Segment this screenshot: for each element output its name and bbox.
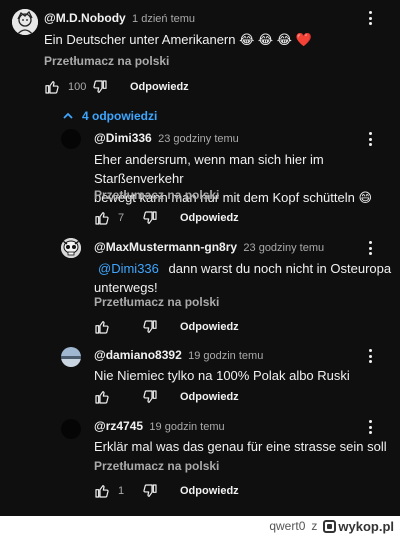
comment-actions: 100 Odpowiedz bbox=[44, 79, 189, 95]
skull-icon bbox=[61, 238, 81, 258]
avatar[interactable] bbox=[12, 9, 38, 35]
comment-text: @Dimi336 dann warst du noch nicht in Ost… bbox=[94, 259, 391, 297]
dislike-icon[interactable] bbox=[142, 210, 158, 226]
comment-text-line: @Dimi336 dann warst du noch nicht in Ost… bbox=[94, 259, 391, 278]
comment-actions: 1 Odpowiedz bbox=[94, 483, 239, 499]
site-brand[interactable]: wykop.pl bbox=[323, 519, 394, 534]
uploader-name[interactable]: qwert0 bbox=[269, 519, 305, 533]
more-options-icon[interactable] bbox=[363, 130, 377, 148]
comment-time[interactable]: 23 godziny temu bbox=[158, 133, 239, 145]
user-sketch-icon bbox=[12, 9, 38, 35]
replies-count: 4 odpowiedzi bbox=[82, 109, 158, 123]
comment-text-segment: dann warst du noch nicht in Osteuropa bbox=[168, 261, 392, 276]
reply-button[interactable]: Odpowiedz bbox=[180, 391, 239, 403]
comment-actions: Odpowiedz bbox=[94, 389, 239, 405]
comment-header: @damiano8392 19 godzin temu bbox=[94, 348, 263, 362]
author-name[interactable]: @Dimi336 bbox=[94, 131, 152, 145]
like-icon[interactable] bbox=[94, 319, 110, 335]
avatar[interactable] bbox=[61, 347, 81, 367]
like-count: 7 bbox=[118, 212, 125, 224]
comment-text: Ein Deutscher unter Amerikanern 😂 😂 😂 ❤️ bbox=[44, 32, 312, 47]
comment-text-line: Eher andersrum, wenn man sich hier im St… bbox=[94, 152, 324, 186]
like-count: 100 bbox=[68, 81, 87, 93]
comment-text: Erklär mal was das genau für eine strass… bbox=[94, 439, 387, 454]
comment-header: @Dimi336 23 godziny temu bbox=[94, 131, 239, 145]
footer-separator: z bbox=[311, 519, 318, 533]
translate-link[interactable]: Przetłumacz na polski bbox=[94, 188, 219, 202]
mention-link[interactable]: @Dimi336 bbox=[98, 261, 159, 276]
author-name[interactable]: @M.D.Nobody bbox=[44, 11, 126, 25]
more-options-icon[interactable] bbox=[363, 347, 377, 365]
comment-actions: 7 Odpowiedz bbox=[94, 210, 239, 226]
like-icon[interactable] bbox=[94, 210, 110, 226]
landscape-photo-icon bbox=[61, 347, 81, 367]
author-name[interactable]: @rz4745 bbox=[94, 419, 143, 433]
chevron-up-icon bbox=[63, 112, 73, 119]
replies-toggle[interactable]: 4 odpowiedzi bbox=[62, 109, 157, 123]
comment-time[interactable]: 1 dzień temu bbox=[132, 13, 195, 25]
more-options-icon[interactable] bbox=[363, 239, 377, 257]
comment-header: @M.D.Nobody 1 dzień temu bbox=[44, 11, 195, 25]
comment-time[interactable]: 19 godzin temu bbox=[188, 350, 263, 362]
dislike-icon[interactable] bbox=[142, 389, 158, 405]
like-icon[interactable] bbox=[94, 389, 110, 405]
more-options-icon[interactable] bbox=[363, 418, 377, 436]
dislike-icon[interactable] bbox=[92, 79, 108, 95]
dislike-icon[interactable] bbox=[142, 483, 158, 499]
author-name[interactable]: @MaxMustermann-gn8ry bbox=[94, 240, 237, 254]
avatar[interactable] bbox=[61, 238, 81, 258]
translate-link[interactable]: Przetłumacz na polski bbox=[94, 459, 219, 473]
reply-button[interactable]: Odpowiedz bbox=[180, 321, 239, 333]
dislike-icon[interactable] bbox=[142, 319, 158, 335]
comment-actions: Odpowiedz bbox=[94, 319, 239, 335]
translate-link[interactable]: Przetłumacz na polski bbox=[94, 295, 219, 309]
comment-header: @MaxMustermann-gn8ry 23 godziny temu bbox=[94, 240, 324, 254]
watermark-footer: qwert0 z wykop.pl bbox=[0, 516, 400, 536]
more-options-icon[interactable] bbox=[363, 9, 377, 27]
comment-time[interactable]: 19 godzin temu bbox=[149, 421, 224, 433]
reply-button[interactable]: Odpowiedz bbox=[180, 485, 239, 497]
avatar[interactable] bbox=[61, 129, 81, 149]
comment-text: Nie Niemiec tylko na 100% Polak albo Rus… bbox=[94, 368, 350, 383]
like-icon[interactable] bbox=[44, 79, 60, 95]
translate-link[interactable]: Przetłumacz na polski bbox=[44, 54, 169, 68]
comment-time[interactable]: 23 godziny temu bbox=[243, 242, 324, 254]
site-name: wykop.pl bbox=[338, 518, 394, 534]
avatar[interactable] bbox=[61, 419, 81, 439]
comment-header: @rz4745 19 godzin temu bbox=[94, 419, 225, 433]
author-name[interactable]: @damiano8392 bbox=[94, 348, 182, 362]
like-count: 1 bbox=[118, 485, 125, 497]
comments-panel: @M.D.Nobody 1 dzień temu Ein Deutscher u… bbox=[0, 0, 400, 516]
wykop-logo-icon bbox=[323, 519, 337, 533]
like-icon[interactable] bbox=[94, 483, 110, 499]
reply-button[interactable]: Odpowiedz bbox=[130, 81, 189, 93]
reply-button[interactable]: Odpowiedz bbox=[180, 212, 239, 224]
